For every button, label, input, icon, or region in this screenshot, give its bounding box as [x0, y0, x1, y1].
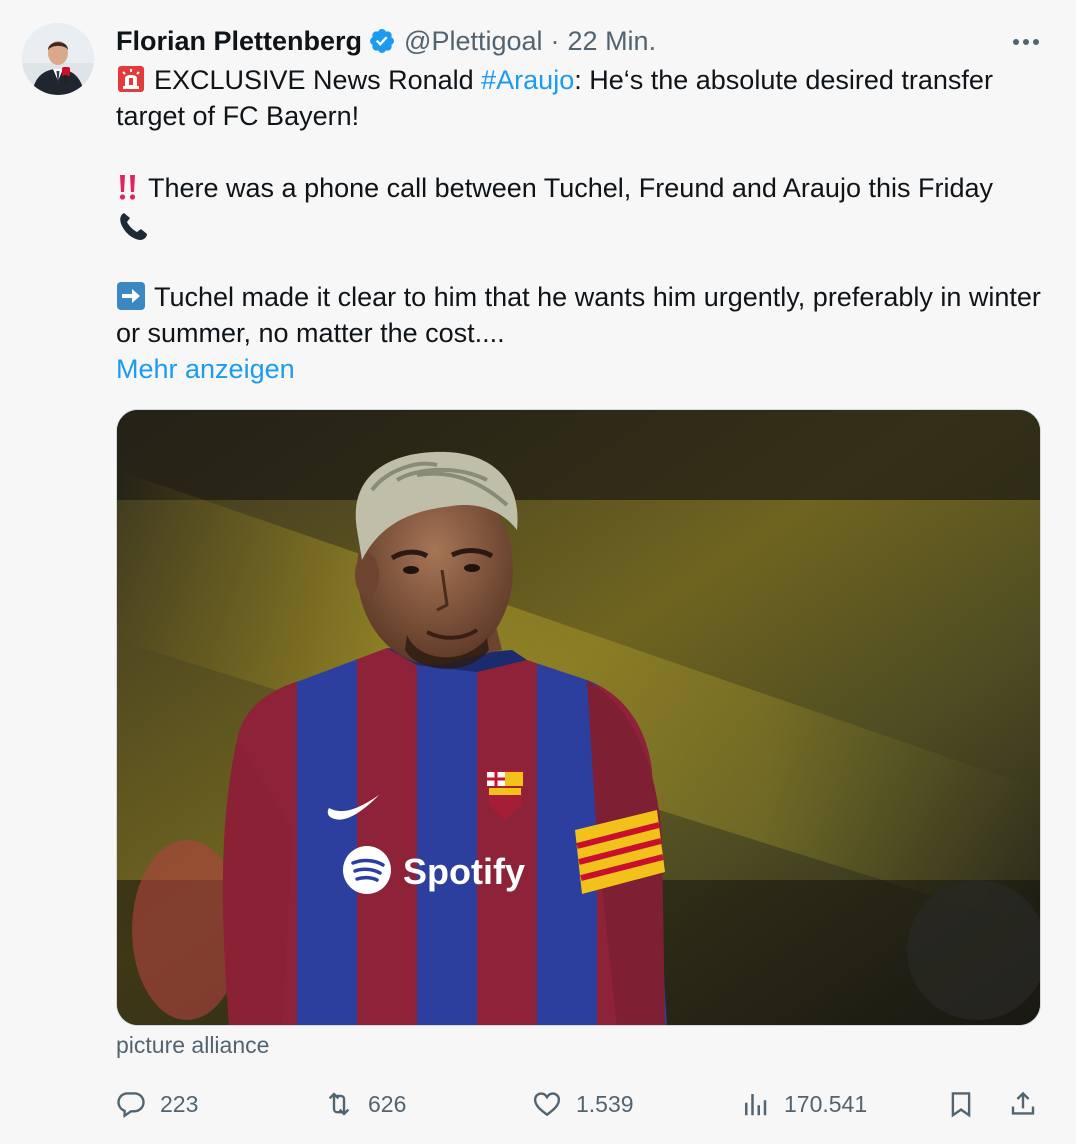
- tweet-paragraph-2: There was a phone call between Tuchel, F…: [116, 170, 1046, 243]
- tweet-line3-text: Tuchel made it clear to him that he want…: [116, 282, 1041, 348]
- like-button[interactable]: 1.539: [532, 1084, 634, 1124]
- like-count: 1.539: [576, 1090, 634, 1117]
- tweet-media-photo[interactable]: Spotify: [116, 409, 1041, 1026]
- right-arrow-icon: [116, 281, 146, 311]
- siren-icon: [116, 64, 146, 94]
- hashtag-link[interactable]: #Araujo: [481, 65, 574, 95]
- repost-icon: [328, 1092, 350, 1116]
- photo-of-player: Spotify: [117, 410, 1040, 1025]
- tweet-line1-text: EXCLUSIVE News Ronald: [154, 65, 482, 95]
- avatar-image: [22, 23, 94, 95]
- share-icon: [1011, 1091, 1035, 1115]
- tweet-header: Florian Plettenberg @Plettigoal · 22 Min…: [116, 24, 656, 58]
- reply-button[interactable]: 223: [116, 1084, 198, 1124]
- phone-receiver-icon: [116, 209, 150, 243]
- jersey-sponsor-text: Spotify: [403, 851, 525, 892]
- bookmark-icon: [951, 1092, 971, 1118]
- tweet-line2-text: There was a phone call between Tuchel, F…: [148, 173, 993, 203]
- author-handle[interactable]: @Plettigoal: [404, 26, 542, 57]
- show-more-link[interactable]: Mehr anzeigen: [116, 354, 295, 384]
- author-name[interactable]: Florian Plettenberg: [116, 26, 362, 57]
- author-avatar[interactable]: [22, 23, 94, 95]
- views-count: 170.541: [784, 1090, 868, 1117]
- action-bar: 223 626 1.539 170.541: [112, 1084, 1052, 1124]
- media-caption: picture alliance: [116, 1032, 270, 1058]
- repost-button[interactable]: 626: [324, 1084, 406, 1124]
- reply-icon: [117, 1092, 145, 1119]
- heart-icon: [533, 1092, 561, 1117]
- repost-count: 626: [368, 1090, 407, 1117]
- tweet-timestamp[interactable]: 22 Min.: [568, 26, 657, 57]
- tweet-paragraph-3: Tuchel made it clear to him that he want…: [116, 279, 1046, 351]
- double-exclamation-icon: [116, 172, 140, 202]
- bookmark-button[interactable]: [946, 1084, 976, 1124]
- views-button[interactable]: 170.541: [740, 1084, 867, 1124]
- more-options-icon[interactable]: [1006, 28, 1046, 56]
- tweet: Florian Plettenberg @Plettigoal · 22 Min…: [0, 0, 1076, 1144]
- reply-count: 223: [160, 1090, 199, 1117]
- share-button[interactable]: [1008, 1084, 1038, 1124]
- header-separator: ·: [550, 25, 560, 56]
- views-bar-chart-icon: [745, 1094, 767, 1116]
- tweet-text: EXCLUSIVE News Ronald #Araujo: He‘s the …: [116, 62, 1046, 387]
- verified-badge-icon[interactable]: [368, 27, 396, 55]
- tweet-paragraph-1: EXCLUSIVE News Ronald #Araujo: He‘s the …: [116, 62, 1046, 134]
